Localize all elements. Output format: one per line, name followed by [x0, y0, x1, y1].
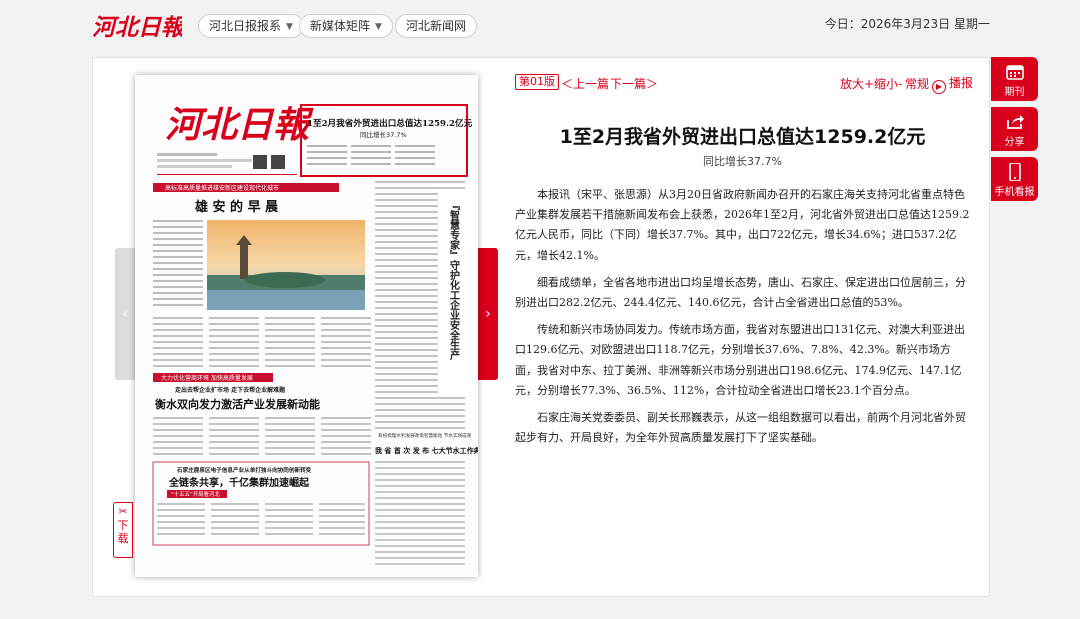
share-button[interactable]: 分享	[991, 107, 1038, 151]
newspaper-page-image: 河北日報 1至2月我省外贸进出口总值达1259.2亿元 同比增长37.7% 『智…	[135, 75, 478, 577]
svg-text:我 省 首 次 发 布 七大节水工作典型案例集: 我 省 首 次 发 布 七大节水工作典型案例集	[375, 446, 478, 455]
zoom-out-button[interactable]: 缩小-	[874, 75, 902, 92]
nav-label: 河北日报报系	[209, 19, 282, 33]
nav-hebei-news-link[interactable]: 河北新闻网	[395, 14, 478, 38]
zoom-in-button[interactable]: 放大+	[840, 75, 874, 92]
article-toolbar: 第01版 ＜上一篇 下一篇＞ 放大+ 缩小- 常规 ▶ 播报	[515, 74, 973, 94]
article-body: 本报讯（宋平、张思源）从3月20日省政府新闻办召开的石家庄海关支持河北省重点特色…	[515, 185, 970, 455]
edition-badge[interactable]: 第01版	[515, 74, 559, 90]
mobile-read-button[interactable]: 手机看报	[991, 157, 1038, 201]
nav-newspaper-group-dropdown[interactable]: 河北日报报系 ▼	[198, 14, 304, 38]
article-paragraph: 传统和新兴市场协同发力。传统市场方面，我省对东盟进出口131亿元、对澳大利亚进出…	[515, 323, 965, 397]
chevron-left-icon: ‹	[122, 306, 128, 322]
chevron-right-icon: ›	[485, 306, 491, 322]
svg-text:系统梳理水利发展政策智慧能动 节水实践成果: 系统梳理水利发展政策智慧能动 节水实践成果	[378, 432, 472, 439]
svg-text:同比增长37.7%: 同比增长37.7%	[360, 130, 407, 139]
share-icon	[1006, 115, 1024, 129]
current-date: 今日：2026年3月23日 星期一	[824, 17, 990, 31]
scissors-icon: ✂	[118, 505, 128, 518]
caret-down-icon: ▼	[286, 22, 293, 32]
article-paragraph: 本报讯（宋平、张思源）从3月20日省政府新闻办召开的石家庄海关支持河北省重点特色…	[515, 188, 970, 262]
svg-text:雄 安 的 早 晨: 雄 安 的 早 晨	[194, 199, 279, 215]
site-logo[interactable]: 河北日報	[90, 10, 182, 42]
top-bar: 河北日報 河北日报报系 ▼ 新媒体矩阵 ▼ 河北新闻网 今日：2026年3月23日 …	[0, 0, 1080, 52]
newspaper-page-preview[interactable]: 河北日報 1至2月我省外贸进出口总值达1259.2亿元 同比增长37.7% 『智…	[135, 75, 478, 577]
periodical-button[interactable]: 期刊	[991, 57, 1038, 101]
play-label: 播报	[949, 76, 974, 90]
periodical-label: 期刊	[1004, 87, 1025, 98]
svg-text:石家庄鹿泉区电子信息产业从单打独斗向协同创新转变: 石家庄鹿泉区电子信息产业从单打独斗向协同创新转变	[176, 466, 312, 474]
article-paragraph: 石家庄海关党委委员、副关长邢巍表示，从这一组组数据可以看出，前两个月河北省外贸起…	[515, 411, 966, 445]
article-title: 1至2月我省外贸进出口总值达1259.2亿元	[559, 126, 926, 148]
prev-article-link[interactable]: ＜上一篇	[561, 75, 609, 92]
svg-text:高标准高质量推进雄安新区建设现代化城市: 高标准高质量推进雄安新区建设现代化城市	[165, 184, 279, 192]
svg-text:1至2月我省外贸进出口总值达1259.2亿元: 1至2月我省外贸进出口总值达1259.2亿元	[307, 117, 473, 129]
next-article-link[interactable]: 下一篇＞	[610, 75, 658, 92]
nav-label: 河北新闻网	[406, 19, 467, 33]
svg-text:河北日報: 河北日報	[165, 104, 314, 146]
phone-icon	[1008, 163, 1021, 181]
svg-text:全链条共享，千亿集群加速崛起: 全链条共享，千亿集群加速崛起	[168, 476, 310, 489]
mobile-read-label: 手机看报	[994, 187, 1035, 198]
svg-text:大力优化营商环境 加快高质量发展: 大力优化营商环境 加快高质量发展	[161, 374, 253, 382]
share-label: 分享	[1004, 137, 1025, 148]
zoom-normal-button[interactable]: 常规	[905, 75, 929, 92]
nav-label: 新媒体矩阵	[310, 19, 371, 33]
download-label: 下载	[117, 519, 129, 545]
article-subtitle: 同比增长37.7%	[703, 155, 782, 168]
svg-text:走出去帮企业扩市场 走下去帮企业解难题: 走出去帮企业扩市场 走下去帮企业解难题	[175, 386, 286, 394]
prev-page-arrow[interactable]: ‹	[115, 248, 135, 380]
calendar-icon	[1005, 65, 1024, 80]
nav-new-media-dropdown[interactable]: 新媒体矩阵 ▼	[299, 14, 393, 38]
next-page-arrow[interactable]: ›	[478, 248, 498, 380]
svg-text:“十五五”开局看河北: “十五五”开局看河北	[171, 490, 220, 498]
caret-down-icon: ▼	[375, 22, 382, 32]
play-audio-button[interactable]: ▶ 播报	[932, 74, 973, 94]
download-button[interactable]: ✂ 下载	[113, 502, 133, 558]
sound-icon: ▶	[932, 80, 946, 94]
svg-text:衡水双向发力激活产业发展新动能: 衡水双向发力激活产业发展新动能	[155, 397, 320, 411]
article-paragraph: 细看成绩单，全省各地市进出口均呈增长态势，唐山、石家庄、保定进出口位居前三，分别…	[515, 275, 966, 310]
svg-text:河北日報: 河北日報	[92, 14, 182, 41]
